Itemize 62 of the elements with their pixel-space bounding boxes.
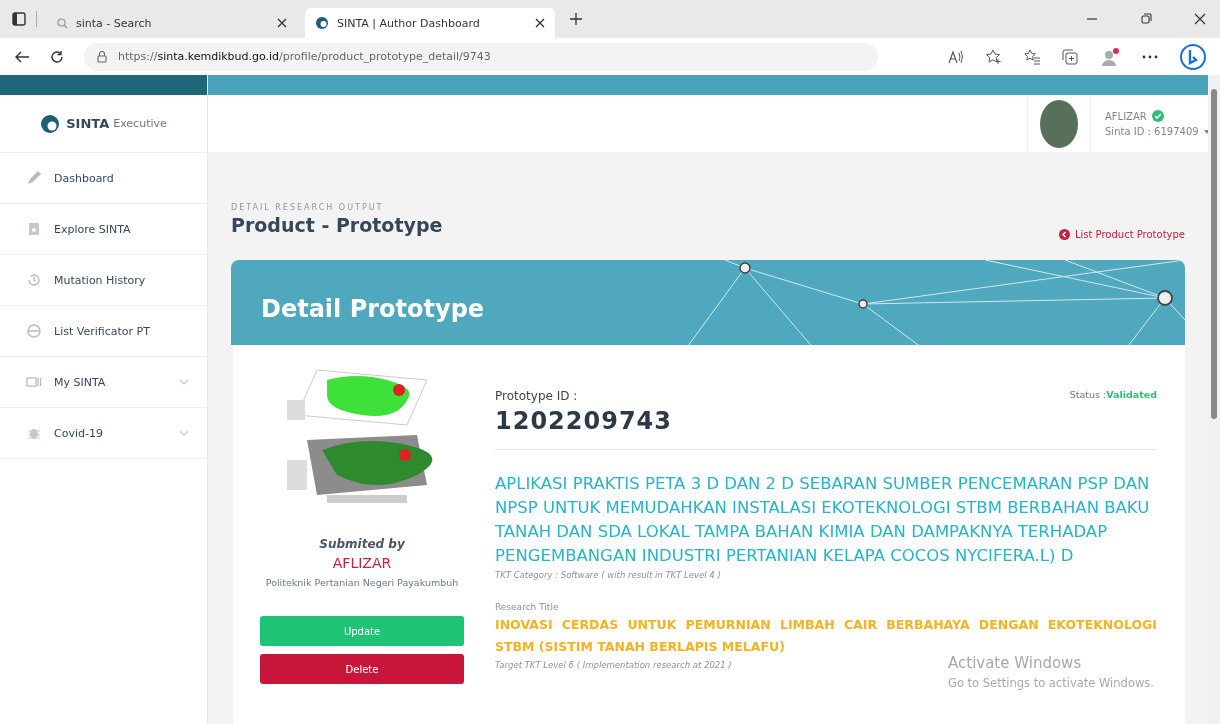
- card-icon: [26, 374, 42, 390]
- brand-subtitle: Executive: [113, 117, 167, 130]
- chat-logo-icon: [1180, 43, 1206, 70]
- sinta-id: Sinta ID : 6197409: [1105, 126, 1199, 137]
- back-link[interactable]: List Product Prototype: [1058, 229, 1185, 240]
- sidebar-item[interactable]: List Verificator PT: [0, 306, 207, 357]
- page-title: Product - Prototype: [231, 214, 443, 236]
- institution-name: Politeknik Pertanian Negeri Payakumbuh: [265, 577, 459, 588]
- address-bar[interactable]: https://sinta.kemdikbud.go.id/profile/product_prototype_detail/9743: [84, 42, 878, 71]
- avatar-photo: [1040, 99, 1078, 148]
- sidebar-item[interactable]: Covid-19: [0, 408, 207, 459]
- author-name: AFLIZAR: [332, 555, 392, 571]
- status-value: Validated: [1106, 389, 1157, 400]
- url-text: https://sinta.kemdikbud.go.id/profile/product_prototype_detail/9743: [118, 50, 491, 63]
- brand-name: SINTA: [66, 116, 110, 131]
- submitted-label: Submited by: [319, 537, 405, 551]
- site-logo-icon: [40, 113, 61, 134]
- sidebar-item[interactable]: Dashboard: [0, 153, 207, 204]
- sidebar-item[interactable]: Explore SINTA: [0, 204, 207, 255]
- chevron-down-icon: [179, 379, 189, 385]
- pencil-icon: [26, 170, 42, 186]
- status-label: Status :: [1069, 389, 1107, 400]
- document-icon: [26, 221, 42, 237]
- more-icon: [1142, 54, 1158, 59]
- history-icon: [26, 272, 42, 288]
- browser-tab[interactable]: SINTA | Author Dashboard: [305, 8, 555, 38]
- target-tkt: Target TKT Level 6 ( Implementation research at 2021 ): [495, 660, 732, 670]
- research-title: INOVASI CERDAS UNTUK PEMURNIAN LIMBAH CAIR BERBAHAYA DENGAN EKOTEKNOLOGI STBM (SISTIM TANAH BERLAPIS MELAFU): [495, 616, 1157, 656]
- read-aloud-icon: [948, 49, 964, 64]
- prototype-title: APLIKASI PRAKTIS PETA 3 D DAN 2 D SEBARAN SUMBER PENCEMARAN PSP DAN NPSP UNTUK MEMUDAHKAN INSTALASI EKOTEKNOLOGI STBM BERBAHAN BAKU TANAH DAN SDA LOKAL TAMPA BAHAN KIMIA DAN DAMPAKNYA TERHADAP PENGEMBANGAN INDUSTRI PERTANIAN KELAPA COCOS NYCIFERA.L) D: [495, 473, 1151, 567]
- back-icon: [14, 49, 30, 64]
- back-circle-icon: [1058, 229, 1070, 240]
- activation-hint: Go to Settings to activate Windows.: [948, 676, 1154, 690]
- activation-title: Activate Windows: [948, 654, 1083, 672]
- prototype-id-label: Prototype ID :: [495, 389, 579, 403]
- banner-title: Detail Prototype: [261, 294, 485, 323]
- favorites-icon: [1024, 48, 1040, 65]
- research-title-label: Research Title: [495, 602, 560, 612]
- sidebar-item[interactable]: Mutation History: [0, 255, 207, 306]
- sidebar-item[interactable]: My SINTA: [0, 357, 207, 408]
- close-icon: [277, 18, 287, 28]
- close-icon: [1194, 13, 1206, 25]
- tkt-category: TKT Category : Software ( with result in TKT Level 4 ): [495, 570, 721, 580]
- delete-button[interactable]: Delete: [260, 654, 464, 684]
- scrollbar[interactable]: [1208, 75, 1220, 724]
- tab-actions-icon: [12, 12, 26, 26]
- user-icon: [26, 323, 42, 339]
- new-tab-icon: [569, 12, 583, 26]
- refresh-icon: [50, 49, 64, 64]
- user-name: AFLIZAR: [1105, 110, 1147, 122]
- collections-icon: [1062, 48, 1078, 65]
- scroll-thumb[interactable]: [1211, 89, 1217, 419]
- chevron-down-icon: [179, 430, 189, 436]
- site-logo-icon: [315, 16, 329, 30]
- search-icon: [57, 17, 68, 29]
- restore-icon: [1140, 13, 1152, 25]
- prototype-id: 1202209743: [495, 407, 672, 435]
- close-icon: [535, 18, 545, 28]
- page-overline: DETAIL RESEARCH OUTPUT: [231, 203, 385, 212]
- browser-tab[interactable]: sinta - Search: [47, 8, 297, 38]
- lock-icon: [96, 50, 108, 63]
- favorite-add-icon: [986, 48, 1002, 65]
